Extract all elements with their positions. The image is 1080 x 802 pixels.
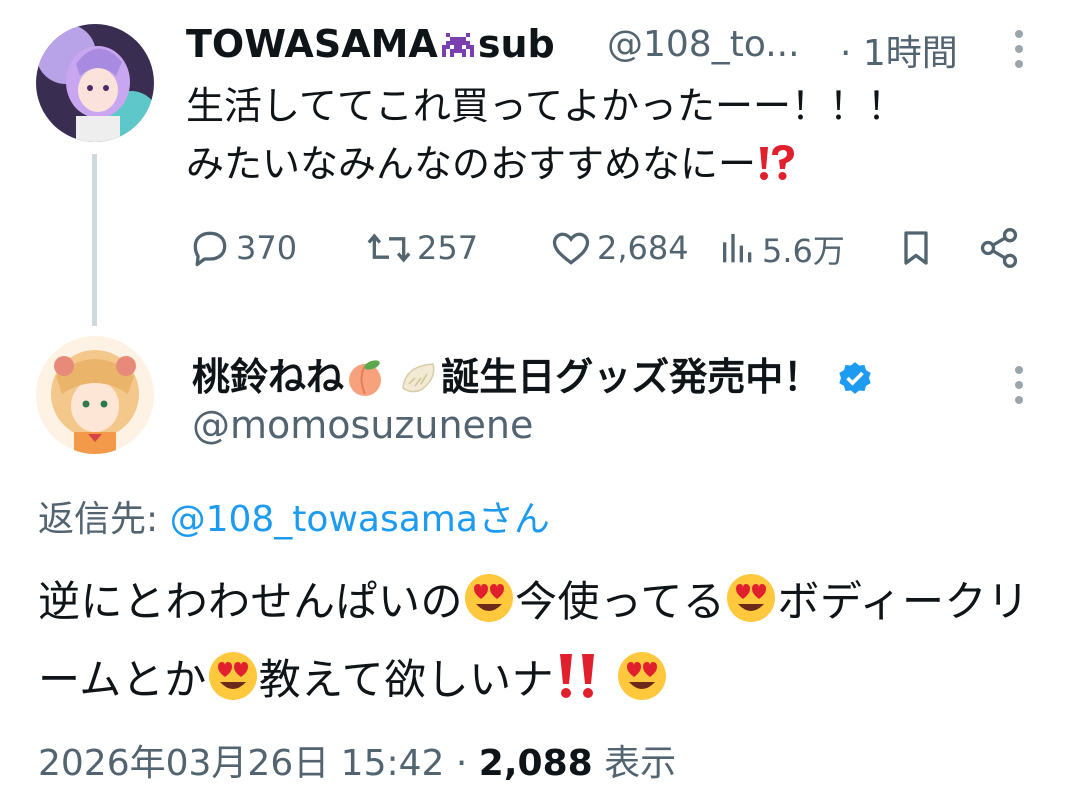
tweet1-text: 生活しててこれ買ってよかったーー！！！ みたいなみんなのおすすめなにー — [186, 77, 905, 201]
reply-count: 370 — [236, 229, 298, 267]
tweet1-display-name: TOWASAMA — [186, 22, 438, 66]
analytics-bar-icon — [723, 234, 752, 263]
retweet-count: 257 — [417, 229, 479, 267]
tweet2-date[interactable]: 2026年03月26日 15:42 — [38, 743, 444, 784]
tweet2-handle[interactable]: @momosuzunene — [192, 403, 533, 447]
reply-to-prefix: 返信先: — [38, 499, 159, 540]
reply-button[interactable]: 370 — [188, 226, 297, 270]
tweet2-display-name-suffix: 誕生日グッズ発売中！ — [441, 355, 822, 399]
tweet1-display-name-suffix: sub — [477, 22, 555, 66]
reply-to-link[interactable]: @108_towasamaさん — [170, 499, 550, 540]
avatar-momosuzunene[interactable] — [36, 336, 154, 454]
avatar-towasama[interactable] — [36, 24, 154, 142]
tweet2-meta: 2026年03月26日 15:42 · 2,088 表示 — [38, 734, 676, 786]
tweet2-meta-separator: · — [455, 743, 468, 784]
tweet2-text-part1: 逆にとわわせんぱいの — [38, 577, 464, 626]
tweet1-handle[interactable]: @108_to... — [607, 24, 800, 65]
retweet-button[interactable]: 257 — [365, 226, 478, 270]
reply-to-line: 返信先: @108_towasamaさん — [38, 490, 550, 542]
heart-eyes-emoji-icon — [207, 650, 259, 723]
retweet-icon — [367, 233, 411, 263]
bookmark-icon[interactable] — [896, 226, 936, 274]
peach-emoji-icon — [344, 358, 386, 407]
tweet1-text-line1: 生活しててこれ買ってよかったーー！！！ — [186, 84, 905, 128]
share-icon[interactable] — [976, 226, 1022, 274]
tweet1-time[interactable]: · 1時間 — [840, 24, 958, 76]
tweet2-display-name: 桃鈴ねね — [192, 355, 345, 399]
dumpling-emoji-icon — [399, 358, 441, 407]
tweet1-author-name[interactable]: TOWASAMA sub — [186, 22, 555, 74]
verified-badge-icon — [835, 358, 875, 407]
tweet1-separator: · — [840, 33, 852, 74]
like-button[interactable]: 2,684 — [549, 226, 689, 270]
tweet1-more-options-icon[interactable] — [1015, 30, 1025, 75]
exclamation-question-emoji-icon — [756, 141, 796, 201]
tweet2-author-name[interactable]: 桃鈴ねね 誕生日グッズ発売中！ — [192, 346, 875, 407]
tweet2-more-options-icon[interactable] — [1015, 366, 1025, 411]
tweet2-view-count: 2,088 — [478, 743, 593, 784]
heart-eyes-emoji-icon — [616, 650, 668, 723]
alien-monster-emoji-icon — [438, 25, 478, 74]
heart-icon — [552, 232, 590, 265]
tweet1-time-text: 1時間 — [862, 33, 958, 74]
view-count: 5.6万 — [762, 232, 845, 270]
heart-eyes-emoji-icon — [725, 572, 777, 645]
heart-eyes-emoji-icon — [463, 572, 515, 645]
double-exclamation-emoji-icon — [554, 650, 602, 723]
tweet2-text: 逆にとわわせんぱいの 今使ってる ボディークリームとか 教えて欲しいナ — [38, 567, 1048, 723]
reply-icon — [193, 231, 227, 267]
tweet2-text-part4: 教えて欲しいナ — [258, 655, 555, 704]
tweet2-text-part2: 今使ってる — [515, 577, 726, 626]
views-button[interactable]: 5.6万 — [718, 226, 845, 272]
tweet2-view-label: 表示 — [604, 743, 677, 784]
tweet1-text-line2: みたいなみんなのおすすめなにー — [186, 142, 757, 186]
thread-connector-line — [92, 154, 97, 326]
like-count: 2,684 — [597, 229, 689, 267]
